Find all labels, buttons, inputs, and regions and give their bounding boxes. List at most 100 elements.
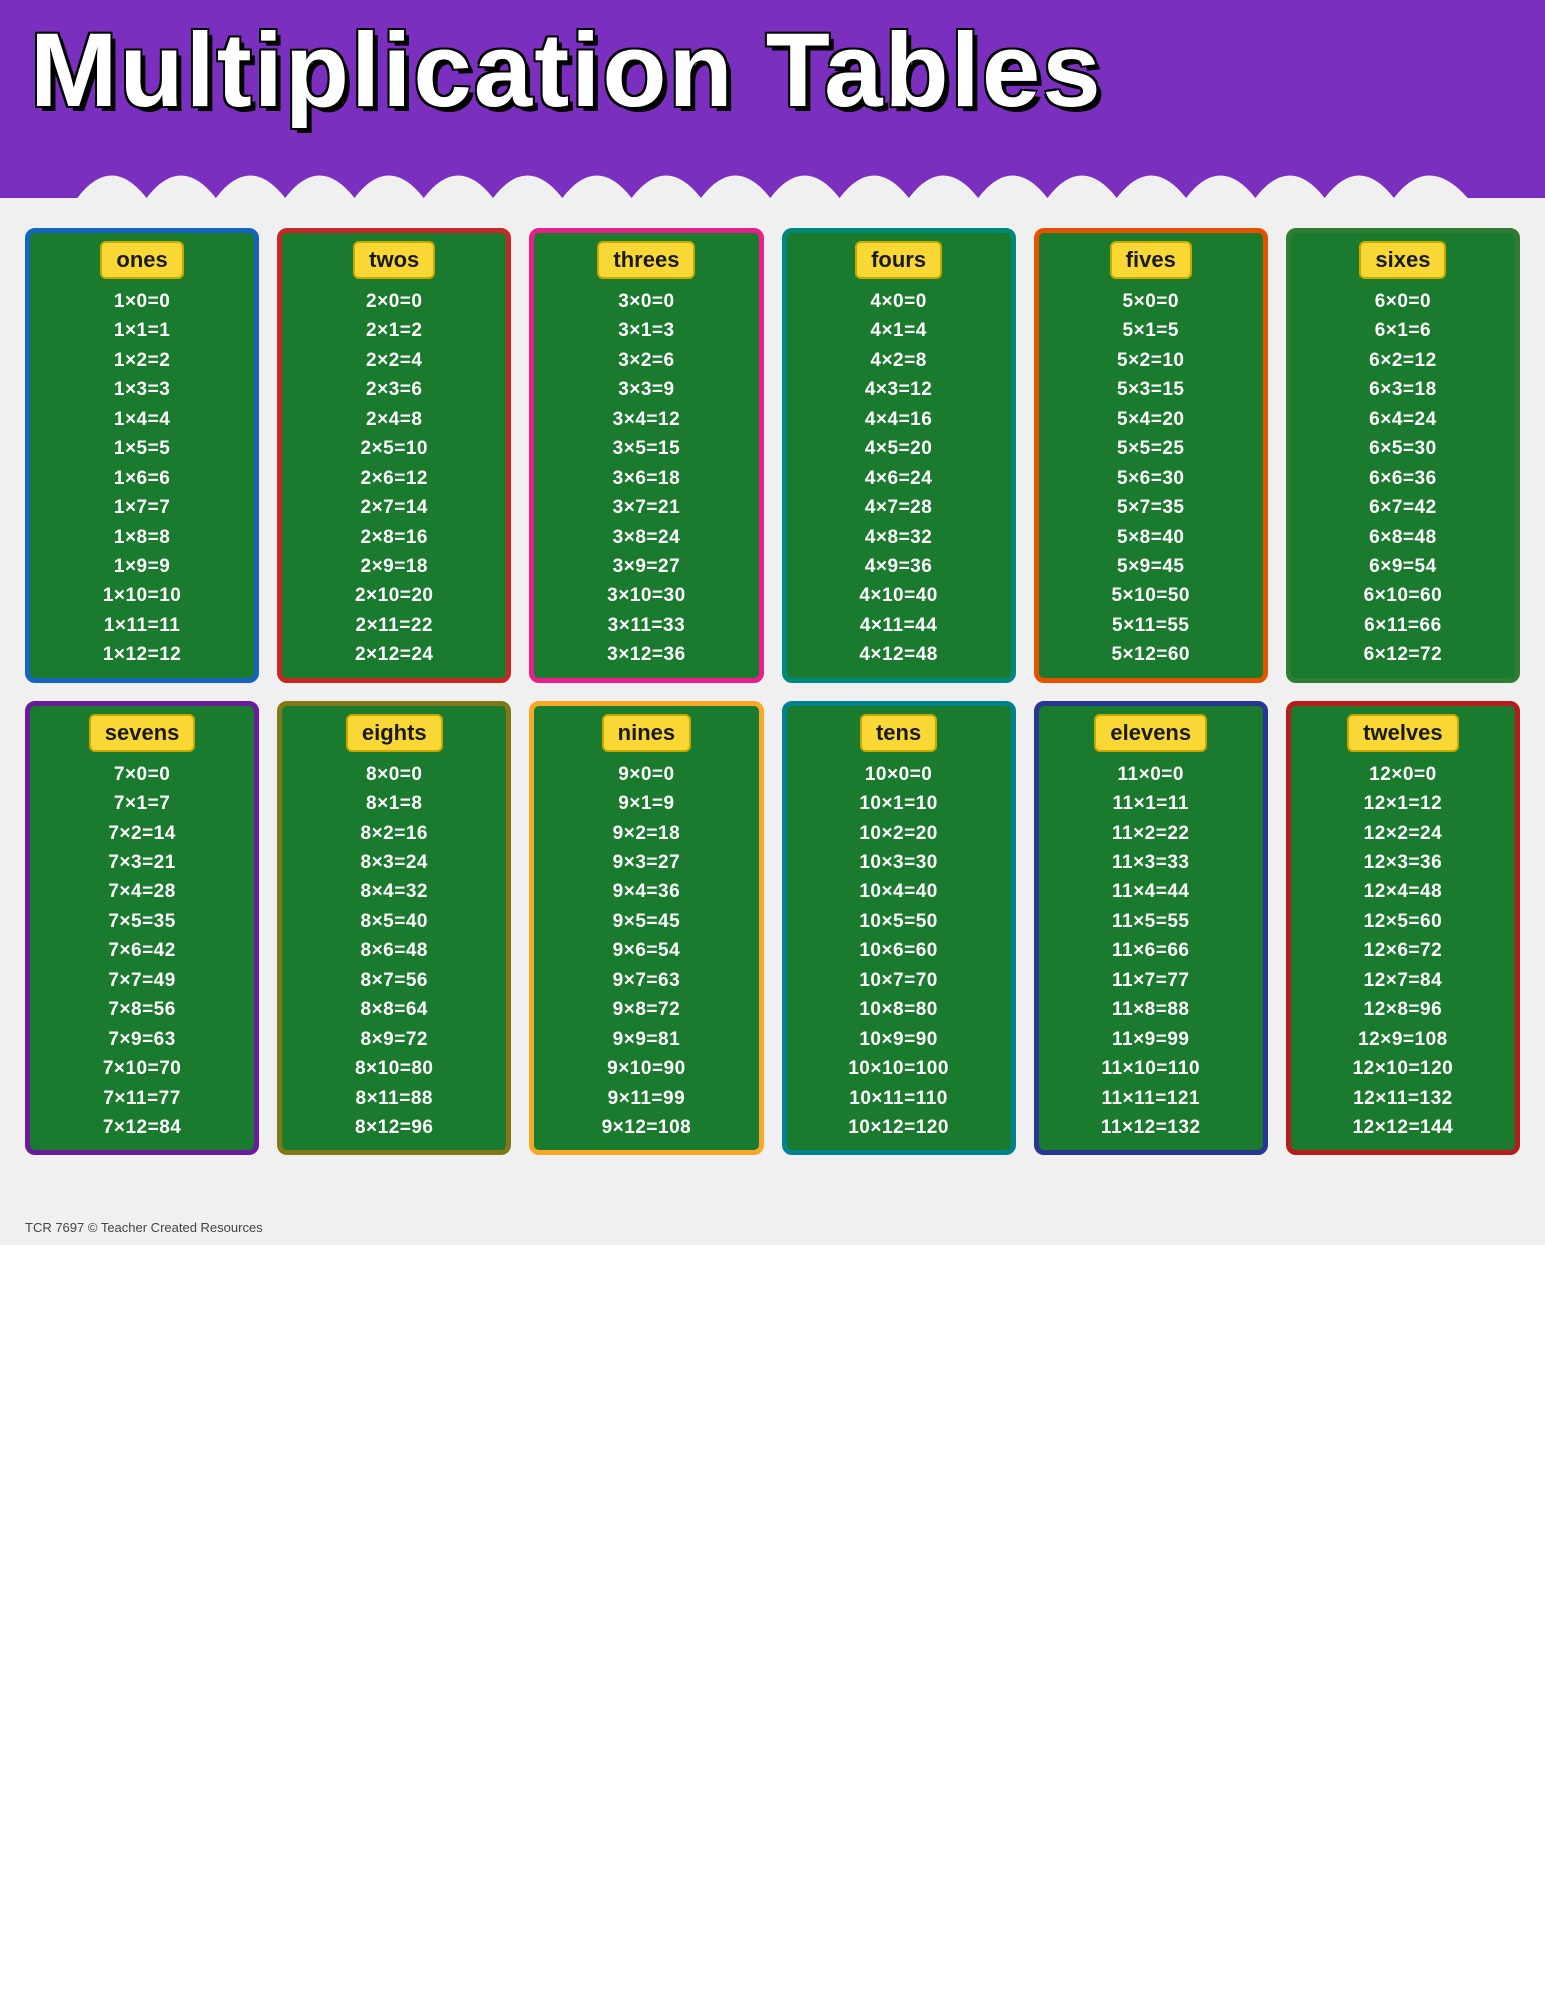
footer: TCR 7697 © Teacher Created Resources <box>0 1215 1545 1245</box>
table-label-tens: tens <box>860 714 937 752</box>
equation: 7×10=70 <box>103 1054 182 1083</box>
equation: 4×6=24 <box>865 464 932 493</box>
equation: 4×12=48 <box>859 640 938 669</box>
equation: 11×4=44 <box>1112 877 1189 906</box>
equation: 2×7=14 <box>361 493 428 522</box>
equation: 4×1=4 <box>870 316 926 345</box>
header-scallop <box>0 153 1545 198</box>
equation: 12×5=60 <box>1364 907 1443 936</box>
equation: 12×6=72 <box>1364 936 1443 965</box>
table-equations-tens: 10×0=010×1=1010×2=2010×3=3010×4=4010×5=5… <box>795 760 1003 1143</box>
equation: 2×1=2 <box>366 316 422 345</box>
equation: 9×3=27 <box>613 848 680 877</box>
equation: 5×5=25 <box>1117 434 1184 463</box>
equation: 2×6=12 <box>361 464 428 493</box>
table-equations-twelves: 12×0=012×1=1212×2=2412×3=3612×4=4812×5=6… <box>1299 760 1507 1143</box>
equation: 8×5=40 <box>361 907 428 936</box>
equation: 1×11=11 <box>104 611 180 640</box>
equation: 10×0=0 <box>865 760 932 789</box>
equation: 4×9=36 <box>865 552 932 581</box>
equation: 3×11=33 <box>608 611 685 640</box>
equation: 1×10=10 <box>103 581 182 610</box>
equation: 5×6=30 <box>1117 464 1184 493</box>
equation: 11×7=77 <box>1112 966 1189 995</box>
equation: 5×7=35 <box>1117 493 1184 522</box>
table-card-tens: tens 10×0=010×1=1010×2=2010×3=3010×4=4010… <box>782 701 1016 1156</box>
table-label-twos: twos <box>353 241 435 279</box>
table-label-elevens: elevens <box>1094 714 1207 752</box>
equation: 9×2=18 <box>613 819 680 848</box>
equation: 6×9=54 <box>1369 552 1436 581</box>
equation: 4×4=16 <box>865 405 932 434</box>
equation: 6×7=42 <box>1369 493 1436 522</box>
equation: 7×9=63 <box>108 1025 175 1054</box>
equation: 2×10=20 <box>355 581 434 610</box>
equation: 10×6=60 <box>859 936 938 965</box>
table-label-fives: fives <box>1110 241 1192 279</box>
equation: 3×7=21 <box>613 493 680 522</box>
equation: 1×5=5 <box>114 434 170 463</box>
equation: 10×3=30 <box>859 848 938 877</box>
footer-text: TCR 7697 © Teacher Created Resources <box>25 1220 263 1235</box>
equation: 3×10=30 <box>607 581 686 610</box>
equation: 11×8=88 <box>1112 995 1189 1024</box>
equation: 3×6=18 <box>613 464 680 493</box>
equation: 8×6=48 <box>361 936 428 965</box>
equation: 3×5=15 <box>613 434 680 463</box>
equation: 2×12=24 <box>355 640 434 669</box>
table-equations-threes: 3×0=03×1=33×2=63×3=93×4=123×5=153×6=183×… <box>542 287 750 670</box>
equation: 8×10=80 <box>355 1054 434 1083</box>
equation: 11×10=110 <box>1101 1054 1200 1083</box>
equation: 5×11=55 <box>1112 611 1189 640</box>
equation: 1×3=3 <box>114 375 170 404</box>
equation: 6×5=30 <box>1369 434 1436 463</box>
equation: 12×10=120 <box>1353 1054 1454 1083</box>
equation: 7×5=35 <box>108 907 175 936</box>
equation: 2×3=6 <box>366 375 422 404</box>
equation: 9×0=0 <box>618 760 674 789</box>
equation: 10×1=10 <box>859 789 938 818</box>
equation: 8×2=16 <box>361 819 428 848</box>
equation: 9×6=54 <box>613 936 680 965</box>
equation: 1×6=6 <box>114 464 170 493</box>
equation: 12×12=144 <box>1353 1113 1454 1142</box>
equation: 9×1=9 <box>618 789 674 818</box>
equation: 7×6=42 <box>108 936 175 965</box>
table-card-twelves: twelves12×0=012×1=1212×2=2412×3=3612×4=4… <box>1286 701 1520 1156</box>
equation: 5×9=45 <box>1117 552 1184 581</box>
equation: 6×2=12 <box>1369 346 1436 375</box>
equation: 12×3=36 <box>1364 848 1443 877</box>
equation: 8×12=96 <box>355 1113 434 1142</box>
equation: 10×12=120 <box>848 1113 949 1142</box>
equation: 2×11=22 <box>356 611 433 640</box>
table-label-sevens: sevens <box>89 714 196 752</box>
table-label-eights: eights <box>346 714 443 752</box>
equation: 1×9=9 <box>114 552 170 581</box>
equation: 1×2=2 <box>114 346 170 375</box>
equation: 11×11=121 <box>1101 1084 1200 1113</box>
equation: 7×7=49 <box>108 966 175 995</box>
table-card-sixes: sixes6×0=06×1=66×2=126×3=186×4=246×5=306… <box>1286 228 1520 683</box>
equation: 10×4=40 <box>859 877 938 906</box>
equation: 11×0=0 <box>1118 760 1184 789</box>
equation: 11×5=55 <box>1112 907 1189 936</box>
equation: 2×8=16 <box>361 523 428 552</box>
table-equations-fives: 5×0=05×1=55×2=105×3=155×4=205×5=255×6=30… <box>1047 287 1255 670</box>
equation: 9×4=36 <box>613 877 680 906</box>
equation: 11×1=11 <box>1113 789 1189 818</box>
equation: 4×3=12 <box>865 375 932 404</box>
equation: 6×10=60 <box>1364 581 1443 610</box>
equation: 5×4=20 <box>1117 405 1184 434</box>
table-equations-elevens: 11×0=011×1=1111×2=2211×3=3311×4=4411×5=5… <box>1047 760 1255 1143</box>
equation: 9×8=72 <box>613 995 680 1024</box>
equation: 1×12=12 <box>103 640 182 669</box>
equation: 6×0=0 <box>1375 287 1431 316</box>
equation: 1×1=1 <box>114 316 170 345</box>
table-equations-sevens: 7×0=07×1=77×2=147×3=217×4=287×5=357×6=42… <box>38 760 246 1143</box>
equation: 1×8=8 <box>114 523 170 552</box>
table-equations-ones: 1×0=01×1=11×2=21×3=31×4=41×5=51×6=61×7=7… <box>38 287 246 670</box>
equation: 6×3=18 <box>1369 375 1436 404</box>
equation: 5×1=5 <box>1123 316 1179 345</box>
equation: 10×11=110 <box>849 1084 948 1113</box>
equation: 12×0=0 <box>1369 760 1436 789</box>
